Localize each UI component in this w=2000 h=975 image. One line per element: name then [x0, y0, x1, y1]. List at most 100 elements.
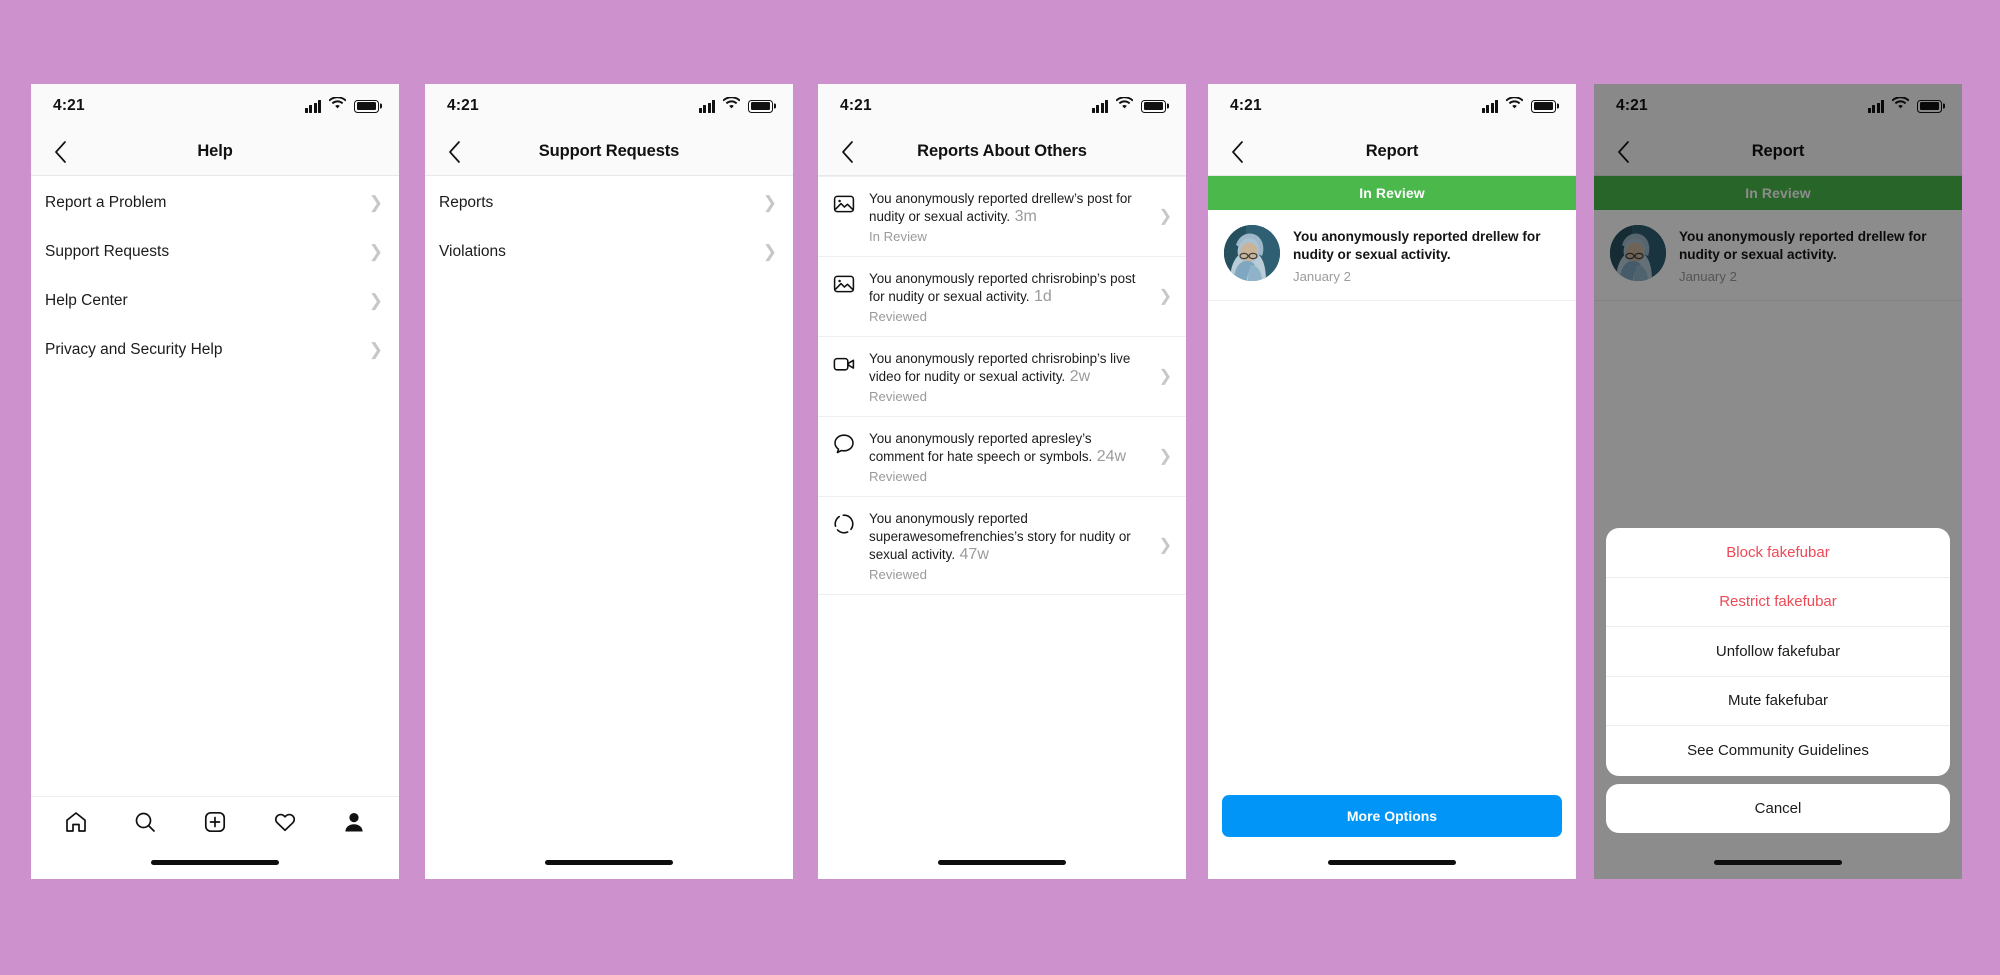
search-icon[interactable]: [128, 805, 162, 839]
report-time: 47w: [959, 546, 989, 563]
page-title: Reports About Others: [917, 142, 1087, 160]
list-item-body: You anonymously reported apresley’s comm…: [869, 430, 1146, 484]
status-bar: 4:21: [818, 84, 1186, 128]
status-time: 4:21: [53, 97, 85, 114]
page-title: Help: [197, 142, 233, 160]
chevron-left-icon[interactable]: [437, 135, 471, 169]
list-item[interactable]: You anonymously reported superawesomefre…: [818, 497, 1186, 595]
sidebar-item-help-center[interactable]: Help Center ❯: [31, 276, 399, 325]
sidebar-item-reports[interactable]: Reports ❯: [425, 178, 793, 227]
chevron-left-icon[interactable]: [1220, 135, 1254, 169]
more-options-button[interactable]: More Options: [1222, 795, 1562, 837]
plus-square-icon[interactable]: [198, 805, 232, 839]
mute-user-button[interactable]: Mute fakefubar: [1606, 677, 1950, 726]
restrict-user-button[interactable]: Restrict fakefubar: [1606, 578, 1950, 627]
status-time: 4:21: [1230, 97, 1262, 114]
nav-header: Report: [1208, 128, 1576, 176]
status-banner: In Review: [1208, 176, 1576, 210]
battery-full-icon: [748, 99, 773, 113]
phone-screen-report-detail: 4:21 Report In Review You anonymously re…: [1208, 84, 1576, 879]
battery-full-icon: [1531, 99, 1556, 113]
list-item[interactable]: You anonymously reported chrisrobinp’s p…: [818, 257, 1186, 337]
sidebar-item-report-a-problem[interactable]: Report a Problem ❯: [31, 178, 399, 227]
profile-person-icon[interactable]: [337, 805, 371, 839]
chevron-right-icon: ❯: [1158, 368, 1172, 385]
phone-screen-help: 4:21 Help Report a Problem ❯ Support Req…: [31, 84, 399, 879]
nav-header: Help: [31, 128, 399, 176]
chevron-right-icon: ❯: [1158, 448, 1172, 465]
cancel-button[interactable]: Cancel: [1606, 783, 1950, 833]
chevron-right-icon: ❯: [762, 242, 777, 261]
report-time: 3m: [1014, 208, 1037, 225]
list-item-label: Reports: [439, 193, 494, 211]
report-text: You anonymously reported apresley’s comm…: [869, 431, 1093, 464]
sidebar-item-privacy-and-security-help[interactable]: Privacy and Security Help ❯: [31, 325, 399, 374]
sidebar-item-support-requests[interactable]: Support Requests ❯: [31, 227, 399, 276]
cellular-signal-icon: [1091, 99, 1108, 113]
cellular-signal-icon: [304, 99, 321, 113]
photo-icon: [832, 272, 856, 296]
sidebar-item-violations[interactable]: Violations ❯: [425, 227, 793, 276]
list-item[interactable]: You anonymously reported apresley’s comm…: [818, 417, 1186, 497]
chevron-left-icon[interactable]: [830, 135, 864, 169]
cellular-signal-icon: [1481, 99, 1498, 113]
list-item-body: You anonymously reported chrisrobinp’s p…: [869, 270, 1146, 324]
wifi-icon: [722, 96, 741, 115]
chevron-right-icon: ❯: [1158, 288, 1172, 305]
home-indicator: [545, 860, 673, 865]
block-user-button[interactable]: Block fakefubar: [1606, 528, 1950, 578]
status-icons: [304, 96, 379, 115]
bottom-tab-bar: [31, 796, 399, 846]
list-item[interactable]: You anonymously reported chrisrobinp’s l…: [818, 337, 1186, 417]
status-time: 4:21: [447, 97, 479, 114]
list-item-body: You anonymously reported drellew’s post …: [869, 190, 1146, 244]
phone-screen-report-action-sheet: 4:21 Report In Review You anonymously re…: [1594, 84, 1962, 879]
chevron-right-icon: ❯: [368, 193, 383, 212]
status-icons: [1481, 96, 1556, 115]
home-indicator: [1328, 860, 1456, 865]
nav-header: Reports About Others: [818, 128, 1186, 176]
page-title: Report: [1365, 142, 1419, 160]
battery-full-icon: [354, 99, 379, 113]
avatar: [1224, 225, 1280, 281]
status-badge: Reviewed: [869, 469, 927, 484]
wifi-icon: [1115, 96, 1134, 115]
heart-icon[interactable]: [268, 805, 302, 839]
action-sheet-options: Block fakefubar Restrict fakefubar Unfol…: [1606, 528, 1950, 776]
reports-list: You anonymously reported drellew’s post …: [818, 176, 1186, 595]
status-bar: 4:21: [1208, 84, 1576, 128]
report-time: 2w: [1069, 368, 1091, 385]
home-indicator: [1714, 860, 1842, 865]
cellular-signal-icon: [698, 99, 715, 113]
list-item-label: Report a Problem: [45, 193, 167, 211]
chevron-right-icon: ❯: [762, 193, 777, 212]
home-icon[interactable]: [59, 805, 93, 839]
chevron-left-icon[interactable]: [43, 135, 77, 169]
status-badge: In Review: [869, 229, 927, 244]
report-detail-text: You anonymously reported drellew for nud…: [1293, 229, 1541, 262]
phone-screen-support-requests: 4:21 Support Requests Reports ❯ Violatio…: [425, 84, 793, 879]
chevron-right-icon: ❯: [1158, 537, 1172, 554]
primary-action-area: More Options: [1208, 795, 1576, 837]
report-text: You anonymously reported chrisrobinp’s l…: [869, 351, 1131, 384]
action-sheet: Block fakefubar Restrict fakefubar Unfol…: [1606, 528, 1950, 833]
home-indicator: [938, 860, 1066, 865]
status-bar: 4:21: [425, 84, 793, 128]
list-item-label: Privacy and Security Help: [45, 340, 223, 358]
wifi-icon: [328, 96, 347, 115]
list-item-label: Support Requests: [45, 242, 170, 260]
status-icons: [698, 96, 773, 115]
status-badge: Reviewed: [869, 309, 927, 324]
list-item-label: Violations: [439, 242, 506, 260]
see-community-guidelines-button[interactable]: See Community Guidelines: [1606, 726, 1950, 776]
report-detail-row[interactable]: You anonymously reported drellew for nud…: [1208, 210, 1576, 301]
status-time: 4:21: [840, 97, 872, 114]
list-item[interactable]: You anonymously reported drellew’s post …: [818, 176, 1186, 257]
settings-list: Report a Problem ❯ Support Requests ❯ He…: [31, 176, 399, 374]
phone-screen-reports-about-others: 4:21 Reports About Others You anonymousl…: [818, 84, 1186, 879]
status-badge: Reviewed: [869, 567, 927, 582]
report-time: 1d: [1033, 288, 1052, 305]
story-ring-icon: [832, 512, 856, 536]
screenshot-canvas: 4:21 Help Report a Problem ❯ Support Req…: [0, 0, 2000, 975]
unfollow-user-button[interactable]: Unfollow fakefubar: [1606, 627, 1950, 677]
